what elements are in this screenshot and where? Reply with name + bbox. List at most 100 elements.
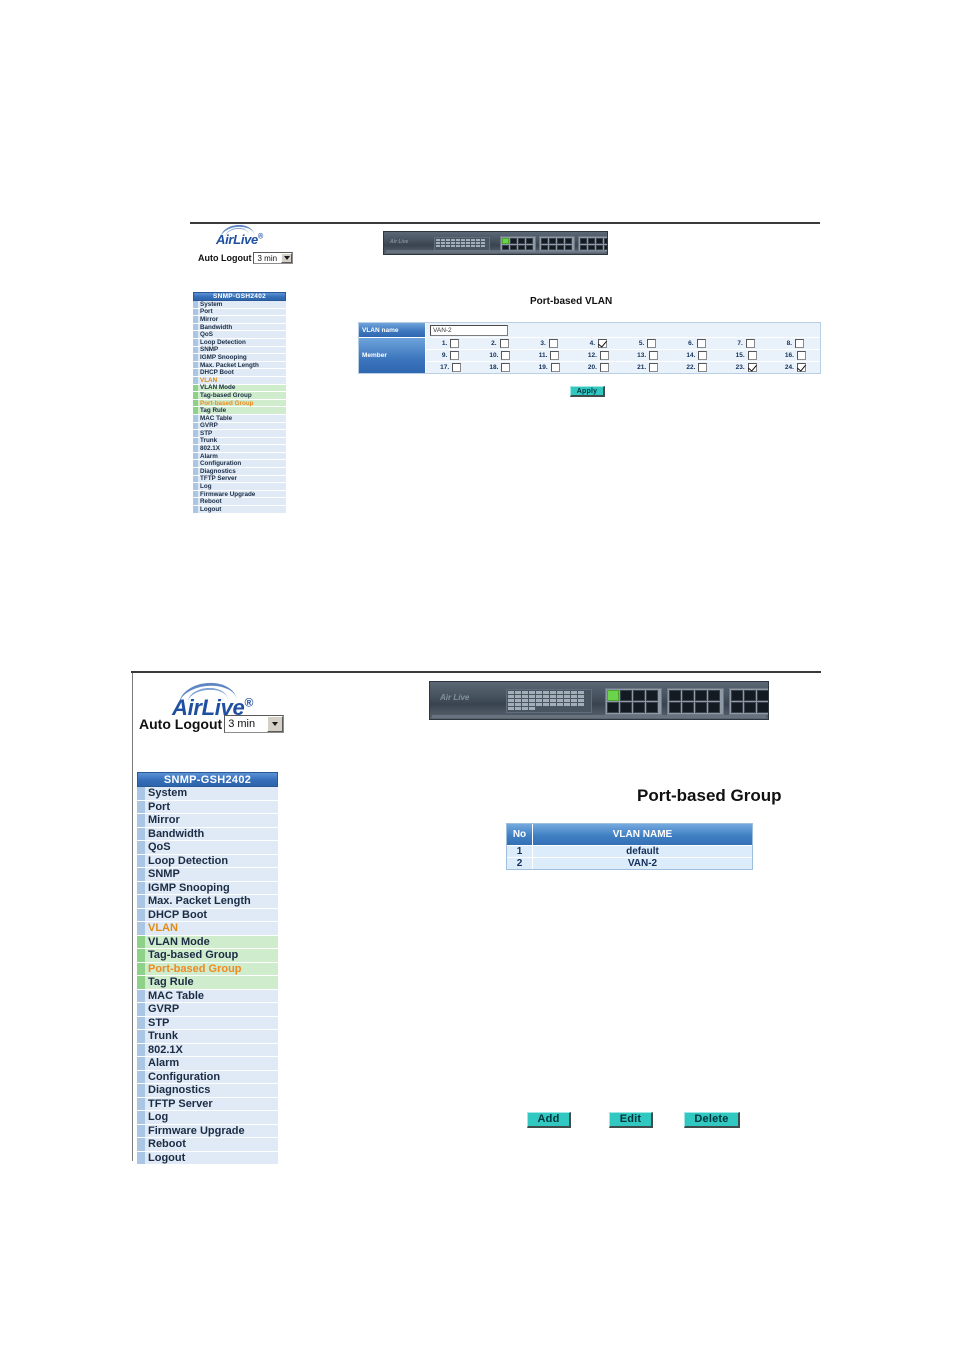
device-led-panel-bottom <box>506 689 592 713</box>
sidebar-item-label: System <box>148 787 188 800</box>
sidebar-bullet-icon <box>137 841 145 854</box>
sidebar-item-loop-detection[interactable]: Loop Detection <box>137 854 278 868</box>
edit-button[interactable]: Edit <box>609 1112 653 1128</box>
delete-button[interactable]: Delete <box>684 1112 740 1128</box>
sidebar-item-label: Max. Packet Length <box>148 895 251 908</box>
sidebar-bullet-icon <box>137 1084 145 1097</box>
sidebar-item-label: Configuration <box>148 1070 221 1083</box>
sidebar-item-label: GVRP <box>148 1003 180 1016</box>
sidebar-item-label: IGMP Snooping <box>148 881 230 894</box>
sidebar-item-tftp-server[interactable]: TFTP Server <box>137 1097 278 1111</box>
switch-device-image-bottom: Air Live <box>429 681 769 720</box>
figure-bottom-left-border <box>132 673 133 1161</box>
sidebar-item-snmp[interactable]: SNMP <box>137 868 278 882</box>
sidebar-item-label: Diagnostics <box>148 1084 211 1097</box>
column-header-no: No <box>507 824 533 846</box>
sidebar-bullet-icon <box>137 787 145 800</box>
device-brand-label-bottom: Air Live <box>440 693 470 702</box>
figure-port-based-group: AirLive® Auto Logout 3 min Air Live SNMP… <box>0 0 954 1349</box>
auto-logout-label-bottom: Auto Logout <box>139 716 223 732</box>
sidebar-item-diagnostics[interactable]: Diagnostics <box>137 1084 278 1098</box>
page-title-bottom: Port-based Group <box>637 786 782 805</box>
auto-logout-row-bottom: Auto Logout 3 min <box>139 715 285 733</box>
add-button[interactable]: Add <box>527 1112 571 1128</box>
auto-logout-select-bottom[interactable]: 3 min <box>224 715 285 733</box>
sidebar-bullet-icon <box>137 814 145 827</box>
sidebar-item-802-1x[interactable]: 802.1X <box>137 1043 278 1057</box>
sidebar-bullet-icon <box>137 800 145 813</box>
sidebar-subitem-tag-based-group[interactable]: Tag-based Group <box>137 949 278 963</box>
sidebar-item-label: Port-based Group <box>148 962 242 975</box>
sidebar-item-mac-table[interactable]: MAC Table <box>137 989 278 1003</box>
sidebar-item-label: DHCP Boot <box>148 908 208 921</box>
sidebar-subitem-tag-rule[interactable]: Tag Rule <box>137 976 278 990</box>
table-row[interactable]: 1 default <box>507 846 752 858</box>
sidebar-item-label: VLAN <box>148 922 178 935</box>
sidebar-item-igmp-snooping[interactable]: IGMP Snooping <box>137 881 278 895</box>
sidebar-title-bottom: SNMP-GSH2402 <box>137 772 278 787</box>
sidebar-item-system[interactable]: System <box>137 787 278 801</box>
sidebar-item-label: TFTP Server <box>148 1097 213 1110</box>
sidebar-item-label: QoS <box>148 841 171 854</box>
sidebar-bullet-icon <box>137 1057 145 1070</box>
sidebar-bullet-icon <box>137 1097 145 1110</box>
sidebar-bullet-icon <box>137 1043 145 1056</box>
sidebar-item-stp[interactable]: STP <box>137 1016 278 1030</box>
device-port-bank-1-bottom <box>605 688 662 715</box>
table-row[interactable]: 2 VAN-2 <box>507 858 752 869</box>
sidebar-item-label: Tag Rule <box>148 976 194 989</box>
table-header-row: No VLAN NAME <box>507 824 752 846</box>
sidebar-item-trunk[interactable]: Trunk <box>137 1030 278 1044</box>
sidebar-item-logout[interactable]: Logout <box>137 1151 278 1165</box>
sidebar-item-label: Loop Detection <box>148 854 229 867</box>
sidebar-bullet-icon <box>137 895 145 908</box>
sidebar-item-configuration[interactable]: Configuration <box>137 1070 278 1084</box>
sidebar-bullet-icon <box>137 1003 145 1016</box>
sidebar-item-mirror[interactable]: Mirror <box>137 814 278 828</box>
sidebar-bullet-icon <box>137 868 145 881</box>
sidebar-item-label: Logout <box>148 1151 186 1164</box>
sidebar-item-gvrp[interactable]: GVRP <box>137 1003 278 1017</box>
chevron-down-icon-bottom[interactable] <box>267 716 284 732</box>
sidebar-item-dhcp-boot[interactable]: DHCP Boot <box>137 908 278 922</box>
sidebar-bullet-icon <box>137 881 145 894</box>
sidebar-bullet-icon <box>137 935 145 948</box>
sidebar-bullet-icon <box>137 922 145 935</box>
sidebar-item-reboot[interactable]: Reboot <box>137 1138 278 1152</box>
sidebar-bullet-icon <box>137 989 145 1002</box>
sidebar-item-label: STP <box>148 1016 170 1029</box>
table-cell-vlan-name: VAN-2 <box>627 858 658 869</box>
figure-bottom-divider <box>131 671 821 673</box>
sidebar-item-label: Log <box>148 1111 169 1124</box>
sidebar-item-bandwidth[interactable]: Bandwidth <box>137 827 278 841</box>
table-cell-no: 2 <box>507 858 533 869</box>
sidebar-item-max-packet-length[interactable]: Max. Packet Length <box>137 895 278 909</box>
sidebar-item-qos[interactable]: QoS <box>137 841 278 855</box>
sidebar-bullet-icon <box>137 1124 145 1137</box>
port-based-group-table: No VLAN NAME 1 default 2 VAN-2 <box>506 823 753 870</box>
sidebar-item-log[interactable]: Log <box>137 1111 278 1125</box>
sidebar-item-label: MAC Table <box>148 989 205 1002</box>
sidebar-item-label: Alarm <box>148 1057 180 1070</box>
sidebar-bullet-icon <box>137 1138 145 1151</box>
sidebar-item-port[interactable]: Port <box>137 800 278 814</box>
device-port-bank-3-bottom <box>729 688 768 715</box>
sidebar-navigation-bottom: SNMP-GSH2402 System Port Mirror Bandwidth Qo… <box>137 772 278 1165</box>
sidebar-bullet-icon <box>137 854 145 867</box>
sidebar-item-vlan[interactable]: VLAN <box>137 922 278 936</box>
sidebar-subitem-vlan-mode[interactable]: VLAN Mode <box>137 935 278 949</box>
column-header-vlan-name: VLAN NAME <box>533 824 752 846</box>
sidebar-item-label: VLAN Mode <box>148 935 210 948</box>
auto-logout-value-bottom: 3 min <box>228 718 256 730</box>
sidebar-subitem-port-based-group[interactable]: Port-based Group <box>137 962 278 976</box>
table-cell-no: 1 <box>507 846 533 858</box>
sidebar-bullet-icon <box>137 1070 145 1083</box>
sidebar-item-label: Trunk <box>148 1030 178 1043</box>
sidebar-item-firmware-upgrade[interactable]: Firmware Upgrade <box>137 1124 278 1138</box>
sidebar-bullet-icon <box>137 1016 145 1029</box>
sidebar-item-alarm[interactable]: Alarm <box>137 1057 278 1071</box>
sidebar-bullet-icon <box>137 908 145 921</box>
sidebar-bullet-icon <box>137 1151 145 1164</box>
device-port-bank-2-bottom <box>667 688 724 715</box>
sidebar-bullet-icon <box>137 1030 145 1043</box>
